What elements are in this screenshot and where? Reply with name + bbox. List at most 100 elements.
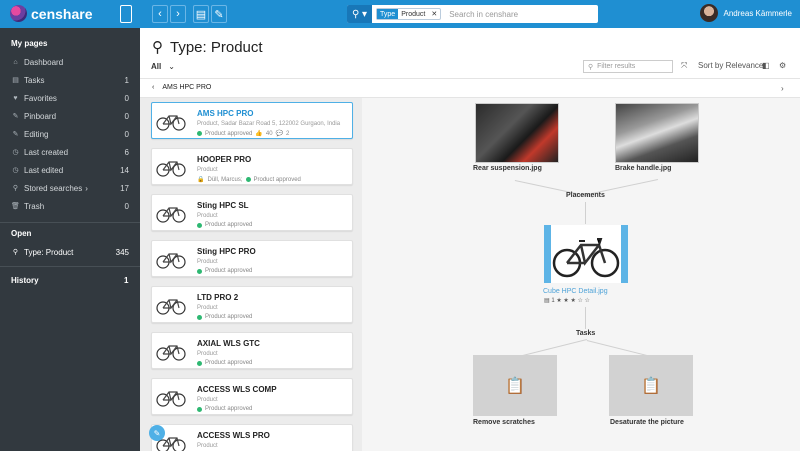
clipboard-icon: 📋: [641, 377, 661, 395]
back-button[interactable]: ‹: [152, 5, 168, 23]
status-badge: Product approved: [205, 314, 253, 320]
censhare-logo[interactable]: censhare: [10, 5, 92, 22]
main-asset-meta: ▤ 1 ★ ★ ★ ☆ ☆: [544, 297, 590, 304]
sidebar-item-label: Pinboard: [24, 111, 57, 121]
product-type: Product: [197, 305, 218, 311]
list-item[interactable]: AXIAL WLS GTC Product Product approved: [151, 332, 353, 369]
search-filter-chip[interactable]: Type Product ✕: [376, 8, 442, 20]
gear-icon[interactable]: ⚙: [779, 61, 786, 70]
pin-fab-button[interactable]: ✎: [149, 425, 165, 441]
breadcrumb: ‹ AMS HPC PRO: [152, 84, 211, 91]
filter-dropdown[interactable]: All ⌄: [151, 62, 175, 71]
image-caption: Rear suspension.jpg: [473, 165, 542, 172]
list-item[interactable]: ACCESS WLS COMP Product Product approved: [151, 378, 353, 415]
sidebar-item-label: Tasks: [24, 75, 45, 85]
chevron-right-icon: ›: [85, 183, 88, 193]
product-type: Product: [197, 259, 218, 265]
sidebar-icon: ✎: [12, 113, 19, 120]
list-item[interactable]: Sting HPC SL Product Product approved: [151, 194, 353, 231]
sidebar-icon: ⌂: [13, 58, 18, 66]
task-caption: Remove scratches: [473, 419, 535, 426]
search-icon[interactable]: ⚲ ▾: [347, 5, 372, 23]
sidebar-item-dashboard[interactable]: ⌂ Dashboard: [11, 56, 129, 68]
chip-close-icon[interactable]: ✕: [428, 10, 440, 18]
sidebar-item-editing[interactable]: ✎ Editing 0: [11, 128, 129, 140]
history-heading[interactable]: History: [11, 276, 39, 285]
product-type: Product: [197, 213, 218, 219]
brake-handle-image[interactable]: [615, 103, 699, 163]
status-badge: Product approved: [205, 360, 253, 366]
status-badge: Product approved: [205, 268, 253, 274]
page-title-text: Type: Product: [170, 38, 263, 56]
sidebar-item-count: 0: [124, 129, 129, 139]
toggle-sidebar-icon[interactable]: [120, 5, 132, 23]
forward-button[interactable]: ›: [170, 5, 186, 23]
product-name: Sting HPC SL: [197, 201, 249, 210]
list-item[interactable]: LTD PRO 2 Product Product approved: [151, 286, 353, 323]
sidebar-icon: 🗑: [11, 203, 20, 210]
sidebar-item-trash[interactable]: 🗑 Trash 0: [11, 200, 129, 212]
owner-label: Düll, Marcus;: [207, 176, 243, 183]
detail-panel: Rear suspension.jpg Brake handle.jpg Pla…: [362, 98, 800, 451]
status-line: 🔒 Düll, Marcus; Product approved: [197, 176, 301, 184]
main-asset-caption[interactable]: Cube HPC Detail.jpg: [543, 288, 608, 295]
tools-button[interactable]: ✎: [211, 5, 227, 23]
sidebar-item-count: 17: [120, 183, 129, 193]
sidebar-item-label: Stored searches: [24, 183, 83, 193]
tasks-label: Tasks: [576, 330, 596, 337]
task-card-remove-scratches[interactable]: 📋: [473, 355, 557, 416]
search-input[interactable]: Search in censhare: [449, 10, 518, 19]
chip-value: Product: [401, 10, 426, 18]
search-bar[interactable]: ⚲ ▾ Type Product ✕ Search in censhare: [347, 5, 598, 23]
chevron-right-icon[interactable]: ›: [781, 84, 784, 93]
sidebar-item-type-product[interactable]: ⚲ Type: Product 345: [11, 246, 129, 258]
sidebar-icon: ⚲: [12, 185, 19, 192]
list-item[interactable]: AMS HPC PRO Product, Sadar Bazar Road 5, …: [151, 102, 353, 139]
product-type: Product: [197, 167, 218, 173]
product-name: Sting HPC PRO: [197, 247, 256, 256]
history-count: 1: [124, 276, 129, 285]
filter-results-input[interactable]: ⚲ Filter results: [583, 60, 673, 73]
bike-thumbnail: [156, 391, 186, 407]
rating-stars[interactable]: ★ ★ ★ ☆ ☆: [556, 298, 590, 304]
divider: [0, 222, 140, 223]
product-name: AXIAL WLS GTC: [197, 339, 260, 348]
top-bar: censhare ‹ › ▤ ✎ ⚲ ▾ Type Product ✕ Search…: [0, 0, 800, 28]
bike-thumbnail: [156, 207, 186, 223]
status-dot-icon: [197, 268, 202, 274]
sidebar-item-stored-searches[interactable]: ⚲ Stored searches › 17: [11, 182, 129, 194]
collapse-icon[interactable]: ⤧: [681, 61, 687, 71]
sidebar-item-label: Last created: [24, 147, 69, 157]
sidebar: My pages ⌂ Dashboard ▤ Tasks 1 ♥ Favorites 0 ✎ Pi…: [0, 28, 140, 451]
sidebar-item-favorites[interactable]: ♥ Favorites 0: [11, 92, 129, 104]
open-heading: Open: [11, 229, 32, 238]
product-type: Product: [197, 397, 218, 403]
status-badge: Product approved: [205, 130, 253, 137]
user-menu[interactable]: Andreas Kämmerle: [699, 4, 792, 22]
list-item[interactable]: HOOPER PRO Product 🔒 Düll, Marcus; Product a…: [151, 148, 353, 185]
search-icon: ⚲: [12, 249, 19, 256]
chevron-left-icon[interactable]: ‹: [152, 84, 154, 91]
sidebar-item-last-created[interactable]: ◷ Last created 6: [11, 146, 129, 158]
list-item[interactable]: Sting HPC PRO Product Product approved: [151, 240, 353, 277]
status-line: Product approved 👍 40 💬 2: [197, 130, 289, 137]
panel-toggle-icon[interactable]: ◧: [762, 61, 770, 70]
list-item[interactable]: ACCESS WLS PRO Product: [151, 424, 353, 451]
product-type: Product: [197, 351, 218, 357]
breadcrumb-text: AMS HPC PRO: [162, 84, 212, 91]
bike-thumbnail: [156, 253, 186, 269]
sort-dropdown[interactable]: Sort by Relevance: [698, 61, 763, 70]
sidebar-item-last-edited[interactable]: ◷ Last edited 14: [11, 164, 129, 176]
rear-suspension-image[interactable]: [475, 103, 559, 163]
status-line: Product approved: [197, 314, 252, 320]
result-list: AMS HPC PRO Product, Sadar Bazar Road 5, …: [140, 98, 362, 451]
main-asset-image[interactable]: [544, 225, 628, 283]
new-asset-button[interactable]: ▤: [193, 5, 209, 23]
lock-icon: 🔒: [197, 177, 205, 183]
sidebar-item-tasks[interactable]: ▤ Tasks 1: [11, 74, 129, 86]
sidebar-item-pinboard[interactable]: ✎ Pinboard 0: [11, 110, 129, 122]
task-card-desaturate[interactable]: 📋: [609, 355, 693, 416]
sidebar-item-label: Trash: [24, 201, 45, 211]
thumbs-up-icon: 👍: [255, 131, 263, 137]
image-caption: Brake handle.jpg: [615, 165, 672, 172]
